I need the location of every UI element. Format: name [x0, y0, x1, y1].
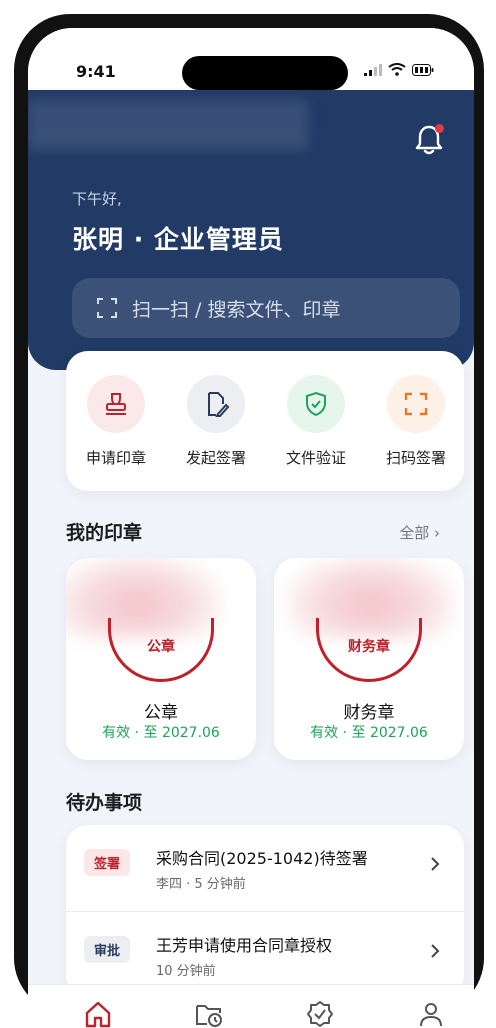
seals-view-all-link[interactable]: 全部 › [399, 522, 440, 543]
notification-dot [435, 124, 444, 133]
seal-status: 有效 · 至 2027.06 [310, 725, 428, 741]
quick-actions-card: 申请印章 发起签署 文件验证 扫码签署 [66, 351, 464, 491]
quick-icon-circle [287, 375, 345, 433]
quick-action-verify-file[interactable]: 文件验证 [266, 375, 366, 468]
quick-icon-circle [387, 375, 445, 433]
bottom-tab-bar [28, 984, 474, 1028]
search-placeholder: 扫一扫 / 搜索文件、印章 [132, 298, 341, 321]
phone-frame: 9:41 下午好, 张明 · 企业管理员 扫一扫 / 搜索文件、印章 申请印章 … [14, 14, 484, 1028]
quick-action-label: 文件验证 [285, 449, 346, 467]
status-time: 9:41 [76, 62, 116, 81]
seal-stamp-text: 公章 [147, 639, 175, 655]
view-all-label: 全部 [399, 524, 430, 542]
shield-check-icon [306, 391, 326, 417]
scan-frame-icon [404, 392, 428, 416]
app-screen: 9:41 下午好, 张明 · 企业管理员 扫一扫 / 搜索文件、印章 申请印章 … [28, 28, 474, 1028]
chevron-right-icon: › [434, 524, 440, 542]
quick-icon-circle [187, 375, 245, 433]
todo-list: 签署 采购合同(2025-1042)待签署 李四 · 5 分钟前 审批 王芳申请… [66, 825, 464, 997]
seal-stamp-text: 财务章 [348, 639, 390, 655]
header-banner: 下午好, 张明 · 企业管理员 扫一扫 / 搜索文件、印章 [28, 90, 474, 370]
quick-action-start-sign[interactable]: 发起签署 [166, 375, 266, 468]
status-bar: 9:41 [28, 28, 474, 90]
status-icons [364, 63, 434, 76]
seal-card-finance[interactable]: 财务章 财务章 有效 · 至 2027.06 [274, 558, 464, 760]
blurred-logo-area [28, 100, 308, 150]
todo-meta: 李四 · 5 分钟前 [156, 877, 246, 892]
quick-action-scan-sign[interactable]: 扫码签署 [366, 375, 466, 468]
todo-badge: 审批 [84, 936, 131, 963]
seal-card-official[interactable]: 公章 公章 有效 · 至 2027.06 [66, 558, 256, 760]
quick-action-apply-seal[interactable]: 申请印章 [66, 375, 166, 468]
chevron-right-icon [431, 857, 440, 871]
wifi-icon [388, 63, 406, 76]
signal-icon [364, 63, 382, 76]
chevron-right-icon [431, 944, 440, 958]
seal-stamp-icon [106, 393, 126, 415]
quick-action-label: 发起签署 [185, 449, 246, 467]
quick-icon-circle [87, 375, 145, 433]
todo-section-title: 待办事项 [66, 792, 143, 814]
quick-action-label: 扫码签署 [385, 449, 446, 467]
document-sign-icon [208, 392, 230, 417]
todo-badge: 签署 [84, 849, 131, 876]
todo-item-sign[interactable]: 签署 采购合同(2025-1042)待签署 李四 · 5 分钟前 [66, 825, 464, 911]
seals-section-title: 我的印章 [66, 522, 143, 544]
todo-meta: 10 分钟前 [156, 964, 216, 979]
quick-action-label: 申请印章 [85, 449, 146, 467]
search-bar[interactable]: 扫一扫 / 搜索文件、印章 [72, 278, 460, 338]
todo-title: 王芳申请使用合同章授权 [156, 936, 333, 955]
user-title: 张明 · 企业管理员 [72, 225, 284, 254]
seal-name: 财务章 [343, 703, 395, 723]
seal-name: 公章 [144, 703, 178, 723]
dynamic-island [182, 56, 348, 90]
scan-icon[interactable] [96, 297, 118, 319]
todo-title: 采购合同(2025-1042)待签署 [156, 849, 368, 868]
greeting-text: 下午好, [72, 190, 122, 208]
battery-icon [412, 63, 434, 76]
seal-status: 有效 · 至 2027.06 [102, 725, 220, 741]
